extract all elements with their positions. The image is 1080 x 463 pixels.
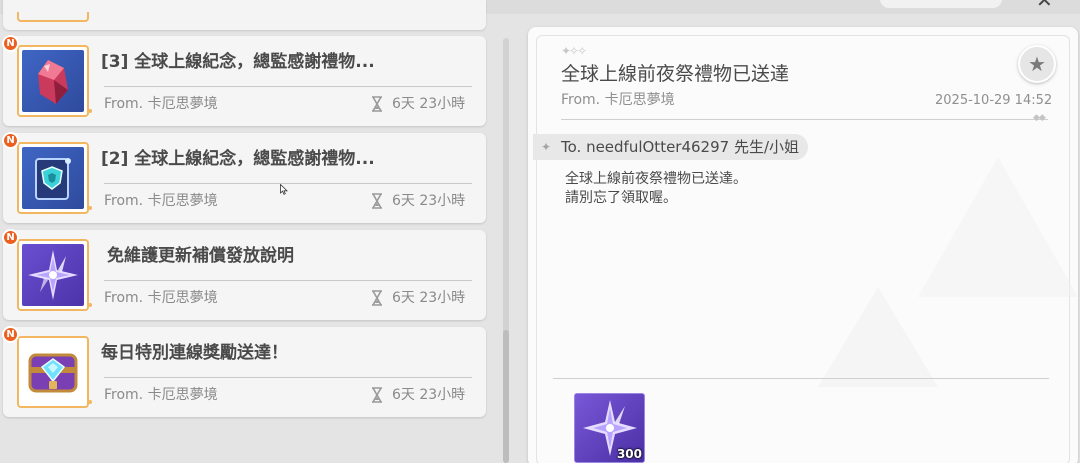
body-line: 請別忘了領取喔。 [565, 190, 677, 206]
mail-thumbnail [17, 45, 92, 117]
detail-divider [561, 119, 1048, 120]
detail-sender: From. 卡厄思夢境 [561, 92, 675, 108]
background-pattern [918, 157, 1078, 297]
attachment-item[interactable]: 300 [574, 393, 645, 463]
treasure-chest-icon [22, 341, 84, 403]
mail-card[interactable]: N [3] 全球上線紀念，總監感謝禮物... From. 卡厄思夢境 6天 23… [2, 35, 486, 126]
mail-card[interactable]: N 每日特別連線獎勵送達！ From. 卡厄思夢境 6天 23小時 [2, 326, 486, 417]
detail-date: 2025-10-29 14:52 [935, 93, 1053, 108]
mail-list-scrollbar[interactable] [503, 38, 509, 463]
new-badge: N [2, 132, 19, 149]
diamonds-icon: ◆◆ [1033, 113, 1046, 123]
mail-card-partial[interactable] [3, 0, 486, 30]
scrollbar-thumb[interactable] [503, 330, 509, 463]
mail-sender: From. 卡厄思夢境 [104, 290, 218, 306]
new-badge: N [2, 35, 19, 52]
hourglass-icon [372, 290, 382, 306]
shield-scroll-icon [22, 147, 84, 209]
mail-body: 全球上線前夜祭禮物已送達。 請別忘了領取喔。 [565, 170, 747, 208]
body-line: 全球上線前夜祭禮物已送達。 [565, 171, 747, 187]
mail-thumbnail [17, 142, 92, 214]
attachment-divider [553, 378, 1049, 379]
mail-sender: From. 卡厄思夢境 [104, 387, 218, 403]
detail-title: 全球上線前夜祭禮物已送達 [561, 63, 790, 85]
mail-sender: From. 卡厄思夢境 [104, 96, 218, 112]
background-pattern [818, 287, 938, 387]
new-badge: N [2, 229, 19, 246]
mail-detail-panel: ✦✧✧ 全球上線前夜祭禮物已送達 From. 卡厄思夢境 2025-10-29 … [528, 27, 1078, 463]
recipient-pill: ✦ To. needfulOtter46297 先生/小姐 [533, 134, 808, 160]
mail-card[interactable]: N [2] 全球上線紀念，總監感謝禮物... From. 卡厄思夢境 6天 23… [2, 132, 486, 223]
top-search-field[interactable] [880, 0, 1002, 8]
mail-thumbnail [17, 239, 92, 311]
sparkle-icon: ✦ [541, 140, 552, 154]
mail-sender: From. 卡厄思夢境 [104, 193, 218, 209]
mouse-cursor-icon [280, 184, 288, 195]
card-divider [104, 280, 472, 281]
thumb-frame-partial [17, 12, 89, 22]
mail-title: 每日特別連線獎勵送達！ [101, 343, 288, 363]
mail-thumbnail [17, 336, 92, 408]
hourglass-icon [372, 96, 382, 112]
mail-expiry: 6天 23小時 [392, 96, 466, 112]
mail-expiry: 6天 23小時 [392, 387, 466, 403]
card-divider [104, 183, 472, 184]
mail-list: N [3] 全球上線紀念，總監感謝禮物... From. 卡厄思夢境 6天 23… [0, 0, 512, 463]
new-badge: N [2, 326, 19, 343]
hourglass-icon [372, 193, 382, 209]
mail-title: 免維護更新補償發放說明 [107, 246, 294, 266]
sparkle-icon: ✦✧✧ [561, 44, 587, 58]
mail-expiry: 6天 23小時 [392, 193, 466, 209]
purple-star-crystal-icon [22, 244, 84, 306]
recipient-text: To. needfulOtter46297 先生/小姐 [561, 138, 800, 156]
red-crystal-icon [22, 50, 84, 112]
star-icon: ★ [1028, 52, 1046, 76]
card-divider [104, 377, 472, 378]
hourglass-icon [372, 387, 382, 403]
attachment-quantity: 300 [616, 447, 642, 461]
mail-card[interactable]: N 免維護更新補償發放說明 From. 卡厄思夢境 6天 23小時 [2, 229, 486, 320]
mail-title: [3] 全球上線紀念，總監感謝禮物... [101, 52, 375, 72]
favorite-star-button[interactable]: ★ [1018, 45, 1056, 83]
mail-title: [2] 全球上線紀念，總監感謝禮物... [101, 149, 375, 169]
close-icon[interactable]: ✕ [1036, 0, 1053, 10]
card-divider [104, 86, 472, 87]
mail-expiry: 6天 23小時 [392, 290, 466, 306]
